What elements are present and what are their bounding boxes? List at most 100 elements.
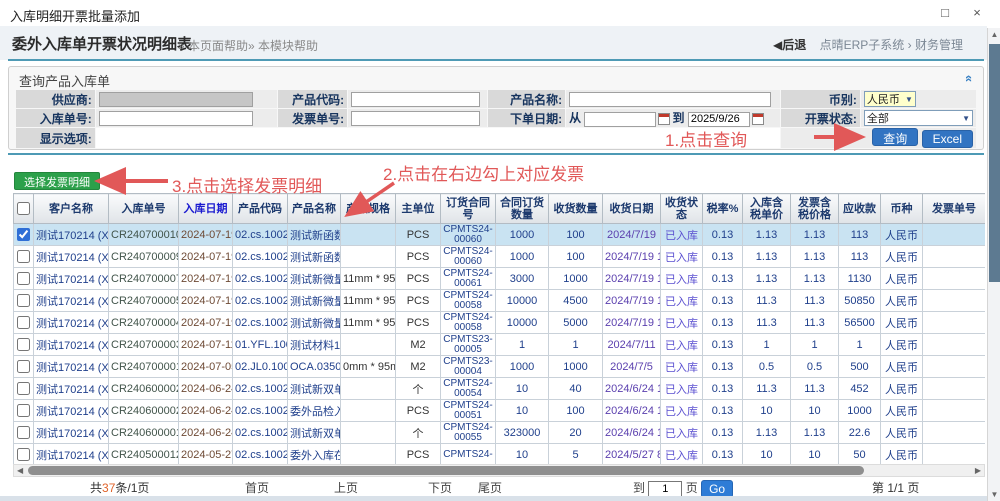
- cell-currency: 人民币: [881, 246, 923, 268]
- invoice-no-input[interactable]: [351, 111, 480, 126]
- col-header-customer-name[interactable]: 客户名称: [34, 194, 109, 224]
- calendar-icon[interactable]: [752, 113, 764, 125]
- scroll-right-icon[interactable]: ▶: [975, 465, 981, 476]
- row-checkbox[interactable]: [17, 382, 30, 395]
- cell-unit-price-taxed: 11.3: [743, 290, 791, 312]
- first-page-link[interactable]: 首页: [245, 479, 269, 496]
- search-button[interactable]: 查询: [872, 128, 918, 146]
- cell-receivable: 1000: [839, 400, 881, 422]
- col-header-contract-no[interactable]: 订货合同号: [441, 194, 496, 224]
- col-header-in-date[interactable]: 入库日期: [179, 194, 233, 224]
- cell-unit-price-taxed: 1.13: [743, 224, 791, 246]
- supplier-input[interactable]: [99, 92, 254, 107]
- excel-button[interactable]: Excel: [922, 130, 973, 148]
- cell-contract-qty: 1000: [496, 224, 549, 246]
- collapse-icon[interactable]: «: [962, 75, 977, 82]
- product-code-label: 产品代码:: [278, 90, 347, 108]
- cell-unit: PCS: [396, 268, 441, 290]
- invoice-no-label: 发票单号:: [278, 109, 347, 127]
- help-module-link[interactable]: » 本模块帮助: [248, 37, 318, 54]
- prev-page-link[interactable]: 上页: [334, 479, 358, 496]
- row-checkbox[interactable]: [17, 294, 30, 307]
- row-checkbox[interactable]: [17, 360, 30, 373]
- row-checkbox[interactable]: [17, 426, 30, 439]
- horizontal-scrollbar[interactable]: ◀ ▶: [13, 464, 985, 477]
- date-to-input[interactable]: [688, 112, 750, 127]
- cell-invoice-no: [923, 444, 986, 465]
- breadcrumb-module[interactable]: 财务管理: [915, 38, 963, 52]
- back-button[interactable]: ◀后退: [773, 38, 806, 52]
- cell-receive-date: 2024/6/24 16: [603, 400, 661, 422]
- select-all-checkbox[interactable]: [17, 202, 30, 215]
- row-checkbox[interactable]: [17, 404, 30, 417]
- col-header-product-name[interactable]: 产品名称: [288, 194, 341, 224]
- col-header-unit[interactable]: 主单位: [396, 194, 441, 224]
- last-page-link[interactable]: 尾页: [478, 479, 502, 496]
- col-header-currency[interactable]: 币种: [881, 194, 923, 224]
- cell-in-date: 2024-07-19: [179, 268, 233, 290]
- cell-unit-price-taxed: 1: [743, 334, 791, 356]
- cell-receive-status: 已入库: [661, 422, 703, 444]
- goto-page-input[interactable]: [648, 481, 682, 497]
- row-checkbox[interactable]: [17, 338, 30, 351]
- scroll-left-icon[interactable]: ◀: [17, 465, 23, 476]
- cell-tax-rate: 0.13: [703, 444, 743, 465]
- col-header-receive-status[interactable]: 收货状态: [661, 194, 703, 224]
- cell-contract-qty: 10000: [496, 312, 549, 334]
- cell-product-name: 测试材料1608: [288, 334, 341, 356]
- col-header-unit-price-taxed[interactable]: 入库含税单价: [743, 194, 791, 224]
- warehouse-no-input[interactable]: [99, 111, 254, 126]
- back-icon: ◀: [773, 38, 782, 52]
- currency-select[interactable]: 人民币▼: [864, 91, 916, 107]
- cell-invoice-price-taxed: 1: [791, 334, 839, 356]
- col-header-contract-qty[interactable]: 合同订货数量: [496, 194, 549, 224]
- col-header-product-code[interactable]: 产品代码: [233, 194, 288, 224]
- col-header-received-qty[interactable]: 收货数量: [549, 194, 603, 224]
- cell-currency: 人民币: [881, 224, 923, 246]
- cell-receive-status: 已入库: [661, 334, 703, 356]
- help-page-link[interactable]: » 本页面帮助: [178, 37, 248, 54]
- cell-receive-status: 已入库: [661, 290, 703, 312]
- row-checkbox[interactable]: [17, 228, 30, 241]
- row-checkbox-cell: [14, 378, 34, 400]
- col-header-receive-date[interactable]: 收货日期: [603, 194, 661, 224]
- col-header-tax-rate[interactable]: 税率%: [703, 194, 743, 224]
- chevron-down-icon: ▼: [905, 95, 913, 104]
- vertical-scrollbar-thumb[interactable]: [989, 44, 1000, 282]
- product-code-input[interactable]: [351, 92, 480, 107]
- row-checkbox[interactable]: [17, 448, 30, 461]
- product-name-label: 产品名称:: [488, 90, 565, 108]
- cell-invoice-no: [923, 246, 986, 268]
- next-page-link[interactable]: 下页: [428, 479, 452, 496]
- row-checkbox[interactable]: [17, 250, 30, 263]
- col-header-invoice-price-taxed[interactable]: 发票含税价格: [791, 194, 839, 224]
- scroll-up-icon[interactable]: ▲: [988, 30, 1000, 39]
- cell-tax-rate: 0.13: [703, 246, 743, 268]
- cell-receive-date: 2024/7/19 10: [603, 290, 661, 312]
- goto-prefix: 到: [633, 481, 645, 495]
- cell-in-date: 2024-06-24: [179, 400, 233, 422]
- calendar-icon[interactable]: [658, 113, 670, 125]
- invoice-detail-table: 客户名称入库单号入库日期产品代码产品名称产品规格主单位订货合同号合同订货数量收货…: [13, 193, 985, 464]
- close-icon[interactable]: ×: [964, 4, 990, 22]
- table-row: 测试170214 (XX)CR2407000012024-07-0502.JL0…: [14, 356, 986, 378]
- col-header-invoice-no[interactable]: 发票单号: [923, 194, 986, 224]
- scroll-down-icon[interactable]: ▼: [988, 490, 1000, 499]
- row-checkbox[interactable]: [17, 272, 30, 285]
- cell-receive-status: 已入库: [661, 356, 703, 378]
- cell-contract-no: CPMTS24-00060: [441, 224, 496, 246]
- horizontal-scrollbar-thumb[interactable]: [28, 466, 864, 475]
- cell-invoice-price-taxed: 11.3: [791, 378, 839, 400]
- breadcrumb-system[interactable]: 点晴ERP子系统: [820, 38, 905, 52]
- vertical-scrollbar[interactable]: ▲ ▼: [987, 28, 1000, 501]
- date-from-input[interactable]: [584, 112, 656, 127]
- cell-warehouse-no: CR240700005: [109, 290, 179, 312]
- row-checkbox[interactable]: [17, 316, 30, 329]
- cell-product-name: 测试新微量领: [288, 290, 341, 312]
- col-header-warehouse-no[interactable]: 入库单号: [109, 194, 179, 224]
- invoice-status-select[interactable]: 全部▼: [864, 110, 973, 126]
- maximize-icon[interactable]: □: [932, 4, 958, 22]
- row-checkbox-cell: [14, 268, 34, 290]
- product-name-input[interactable]: [569, 92, 771, 107]
- col-header-receivable[interactable]: 应收款: [839, 194, 881, 224]
